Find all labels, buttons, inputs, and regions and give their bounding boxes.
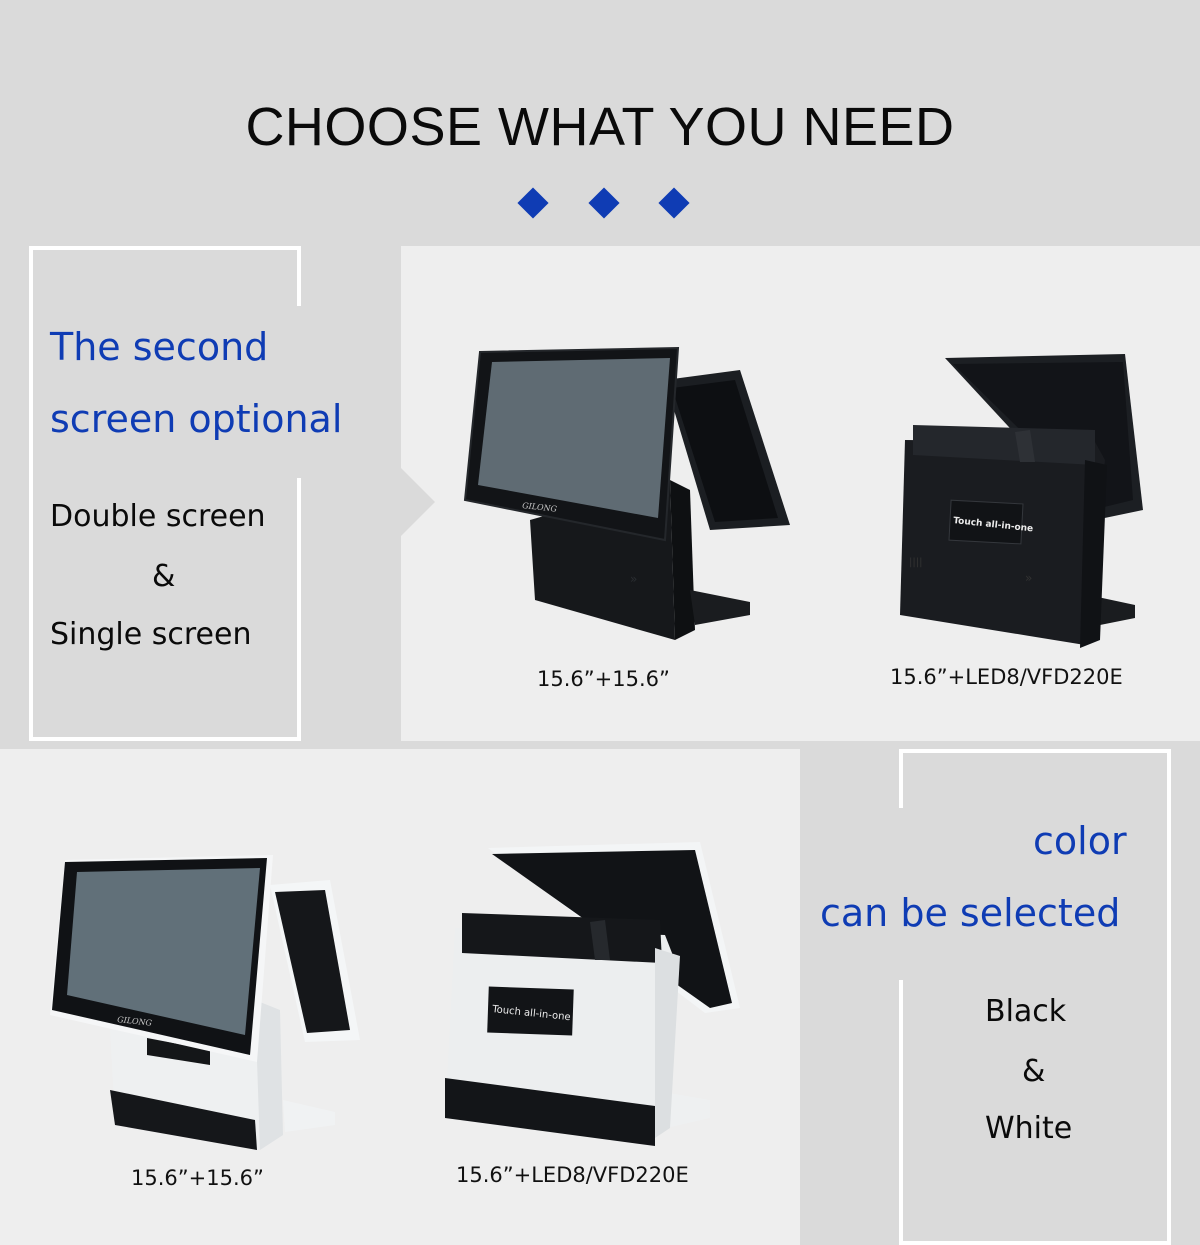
product-label: 15.6”+15.6” xyxy=(537,667,670,691)
info-box-frame xyxy=(29,246,301,741)
diamond-icon xyxy=(658,187,690,219)
product-label: 15.6”+15.6” xyxy=(131,1166,264,1190)
product-image-white-dual: GILONG xyxy=(45,850,365,1150)
option-separator: & xyxy=(152,559,176,594)
option-double-screen: Double screen xyxy=(50,499,266,534)
frame-gap xyxy=(290,306,310,478)
svg-text:||||: |||| xyxy=(909,557,922,568)
svg-text:»: » xyxy=(630,572,637,586)
decorative-divider xyxy=(517,187,693,222)
colors-heading-line1: color xyxy=(1033,819,1127,863)
page-title: CHOOSE WHAT YOU NEED xyxy=(245,97,955,157)
pointer-arrow xyxy=(401,468,435,536)
option-single-screen: Single screen xyxy=(50,617,252,652)
svg-text:»: » xyxy=(1025,571,1032,585)
product-label: 15.6”+LED8/VFD220E xyxy=(890,665,1123,689)
product-label: 15.6”+LED8/VFD220E xyxy=(456,1163,689,1187)
option-white: White xyxy=(985,1111,1073,1146)
product-image-black-dual: GILONG » xyxy=(460,340,800,650)
diamond-icon xyxy=(588,187,620,219)
colors-heading-line2: can be selected xyxy=(820,891,1121,935)
diamond-icon xyxy=(517,187,549,219)
screens-heading-line1: The second xyxy=(50,325,269,369)
option-black: Black xyxy=(985,994,1067,1029)
product-image-white-led: Touch all-in-one xyxy=(440,838,750,1148)
option-separator: & xyxy=(1022,1054,1046,1089)
product-image-black-led: Touch all-in-one |||| » xyxy=(895,350,1145,650)
screens-heading-line2: screen optional xyxy=(50,397,343,441)
